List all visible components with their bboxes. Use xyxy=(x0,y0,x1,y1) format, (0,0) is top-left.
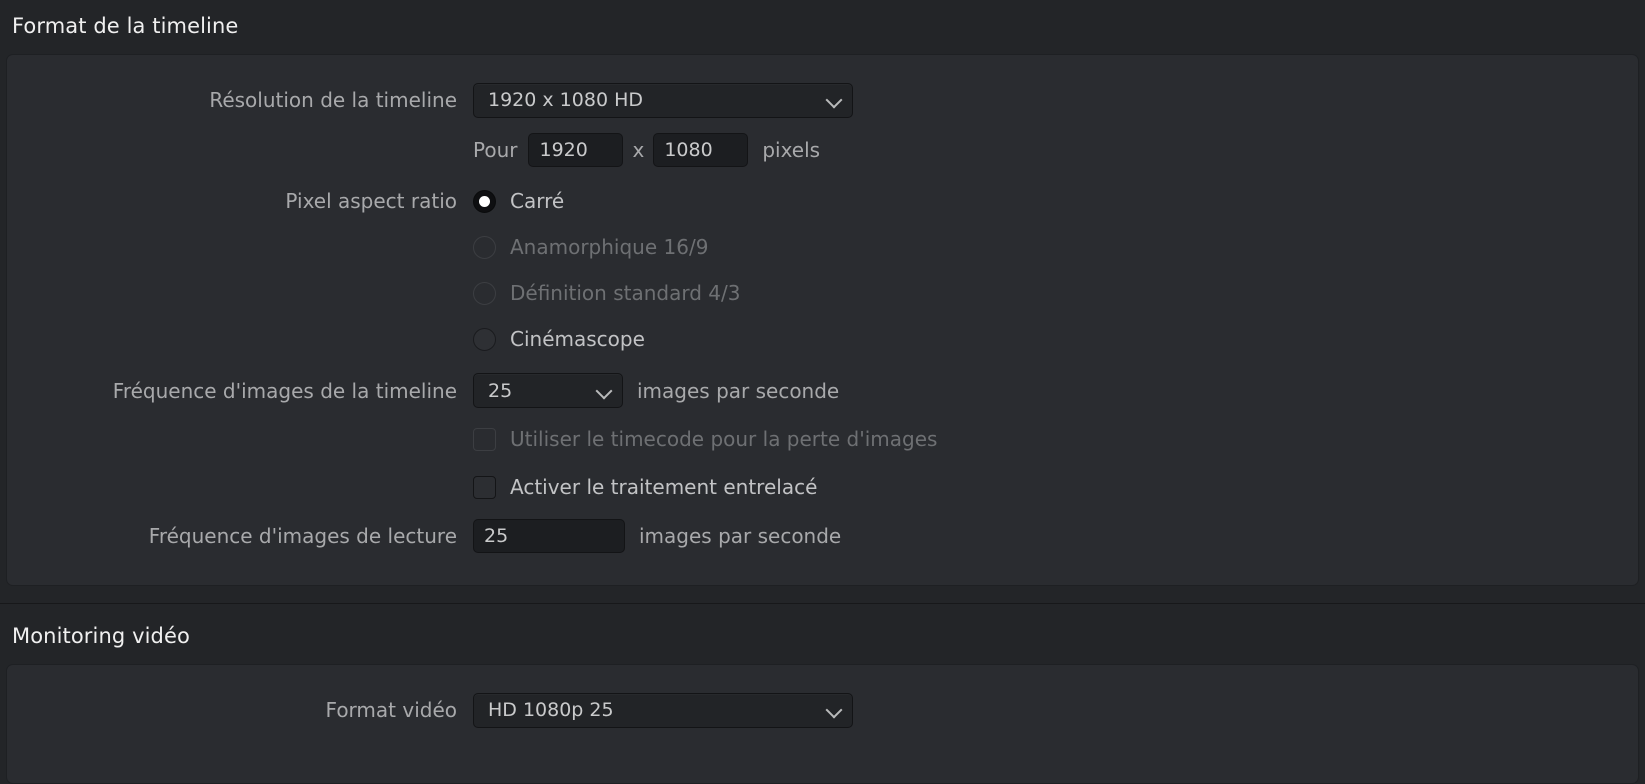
interlaced-processing-field: Activer le traitement entrelacé xyxy=(473,475,1638,499)
checkbox-interlaced-processing-icon[interactable] xyxy=(473,476,496,499)
playback-frame-rate-field: 25 images par seconde xyxy=(473,519,1638,553)
radio-option-anamorphique: Anamorphique 16/9 xyxy=(473,235,708,259)
row-custom-resolution: Pour 1920 x 1080 pixels xyxy=(7,130,1638,170)
row-pixel-aspect-ratio: Pixel aspect ratio Carré xyxy=(7,184,1638,218)
pixel-aspect-ratio-option-2: Définition standard 4/3 xyxy=(473,281,1638,305)
section-title-video-monitoring: Monitoring vidéo xyxy=(0,604,1645,647)
section-title-timeline-format: Format de la timeline xyxy=(0,0,1645,37)
radio-carre-label: Carré xyxy=(510,189,564,213)
playback-frame-rate-label: Fréquence d'images de lecture xyxy=(7,524,473,548)
radio-option-carre[interactable]: Carré xyxy=(473,189,564,213)
video-monitoring-section: Monitoring vidéo Format vidéo HD 1080p 2… xyxy=(0,604,1645,784)
radio-carre-icon[interactable] xyxy=(473,190,496,213)
video-format-value: HD 1080p 25 xyxy=(488,699,820,721)
playback-frame-rate-input[interactable]: 25 xyxy=(473,519,625,553)
row-playback-frame-rate: Fréquence d'images de lecture 25 images … xyxy=(7,518,1638,554)
row-timeline-resolution: Résolution de la timeline 1920 x 1080 HD xyxy=(7,77,1638,123)
row-par-cinemascope: Cinémascope xyxy=(7,322,1638,356)
chevron-down-icon xyxy=(826,91,844,109)
timeline-format-panel: Résolution de la timeline 1920 x 1080 HD… xyxy=(6,54,1639,586)
radio-cinemascope-label: Cinémascope xyxy=(510,327,645,351)
timeline-format-section: Format de la timeline Résolution de la t… xyxy=(0,0,1645,586)
row-par-anamorphique: Anamorphique 16/9 xyxy=(7,230,1638,264)
radio-option-definition-standard: Définition standard 4/3 xyxy=(473,281,740,305)
row-timeline-frame-rate: Fréquence d'images de la timeline 25 ima… xyxy=(7,372,1638,409)
timeline-resolution-label: Résolution de la timeline xyxy=(7,88,473,112)
radio-cinemascope-icon[interactable] xyxy=(473,328,496,351)
radio-definition-standard-icon xyxy=(473,282,496,305)
pixel-aspect-ratio-option-1: Anamorphique 16/9 xyxy=(473,235,1638,259)
timeline-resolution-field: 1920 x 1080 HD xyxy=(473,83,1638,118)
row-drop-frame-timecode: Utiliser le timecode pour la perte d'ima… xyxy=(7,422,1638,456)
timeline-frame-rate-value: 25 xyxy=(488,380,590,402)
timeline-resolution-value: 1920 x 1080 HD xyxy=(488,89,820,111)
playback-frame-rate-suffix: images par seconde xyxy=(639,524,841,548)
checkbox-drop-frame-timecode-icon xyxy=(473,428,496,451)
timeline-frame-rate-select[interactable]: 25 xyxy=(473,373,623,408)
video-format-select[interactable]: HD 1080p 25 xyxy=(473,693,853,728)
video-format-field: HD 1080p 25 xyxy=(473,693,1638,728)
timeline-frame-rate-suffix: images par seconde xyxy=(637,379,839,403)
checkbox-drop-frame-timecode-label: Utiliser le timecode pour la perte d'ima… xyxy=(510,427,937,451)
custom-height-input[interactable]: 1080 xyxy=(653,133,748,167)
pixel-aspect-ratio-option-0: Carré xyxy=(473,189,1638,213)
drop-frame-timecode-field: Utiliser le timecode pour la perte d'ima… xyxy=(473,427,1638,451)
radio-anamorphique-icon xyxy=(473,236,496,259)
chevron-down-icon xyxy=(596,382,614,400)
custom-resolution-prefix: Pour xyxy=(473,138,517,162)
checkbox-option-drop-frame-timecode: Utiliser le timecode pour la perte d'ima… xyxy=(473,427,937,451)
row-video-format: Format vidéo HD 1080p 25 xyxy=(7,687,1638,733)
checkbox-interlaced-processing-label: Activer le traitement entrelacé xyxy=(510,475,817,499)
custom-resolution-suffix: pixels xyxy=(762,138,820,162)
radio-anamorphique-label: Anamorphique 16/9 xyxy=(510,235,708,259)
checkbox-option-interlaced-processing[interactable]: Activer le traitement entrelacé xyxy=(473,475,817,499)
chevron-down-icon xyxy=(826,701,844,719)
custom-resolution-field: Pour 1920 x 1080 pixels xyxy=(473,133,1638,167)
radio-option-cinemascope[interactable]: Cinémascope xyxy=(473,327,645,351)
row-interlaced-processing: Activer le traitement entrelacé xyxy=(7,470,1638,504)
video-format-label: Format vidéo xyxy=(7,698,473,722)
custom-resolution-separator: x xyxy=(632,138,644,162)
timeline-frame-rate-field: 25 images par seconde xyxy=(473,373,1638,408)
video-monitoring-panel: Format vidéo HD 1080p 25 xyxy=(6,664,1639,784)
pixel-aspect-ratio-option-3: Cinémascope xyxy=(473,327,1638,351)
row-par-definition-standard: Définition standard 4/3 xyxy=(7,276,1638,310)
timeline-resolution-select[interactable]: 1920 x 1080 HD xyxy=(473,83,853,118)
pixel-aspect-ratio-label: Pixel aspect ratio xyxy=(7,189,473,213)
timeline-frame-rate-label: Fréquence d'images de la timeline xyxy=(7,379,473,403)
radio-definition-standard-label: Définition standard 4/3 xyxy=(510,281,740,305)
custom-width-input[interactable]: 1920 xyxy=(528,133,623,167)
